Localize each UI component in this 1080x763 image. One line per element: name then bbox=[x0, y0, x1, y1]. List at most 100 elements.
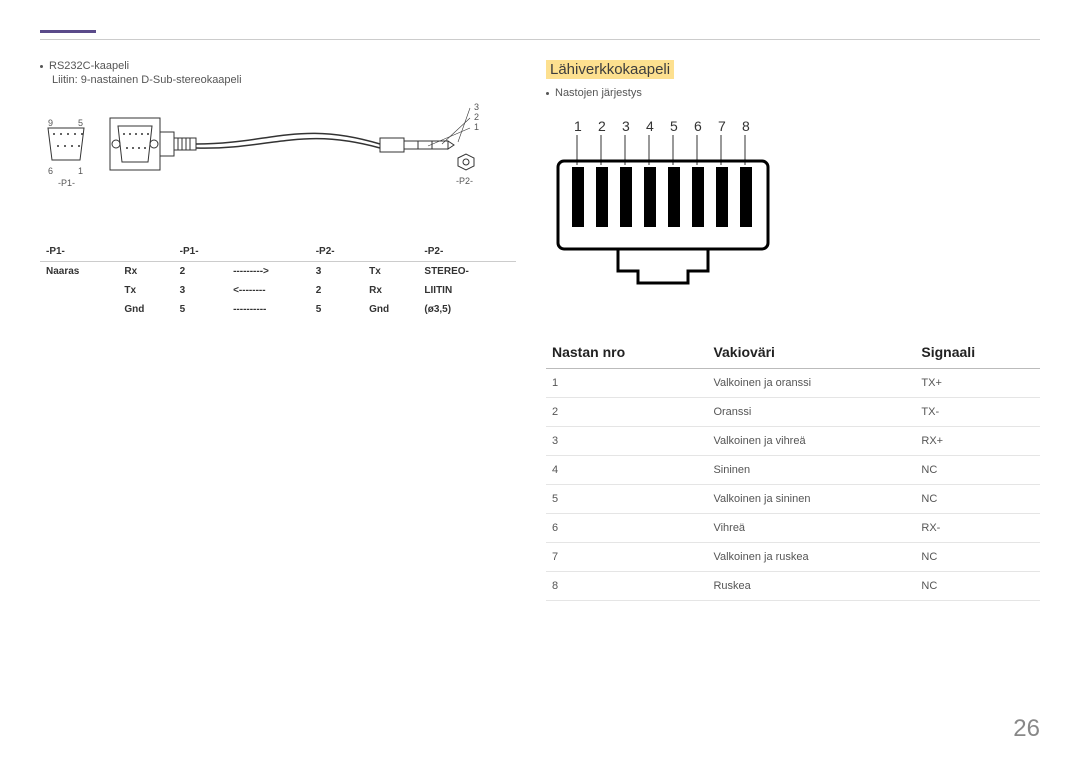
rj45-pin-number: 2 bbox=[598, 118, 606, 134]
lan-cell: 4 bbox=[546, 456, 707, 485]
lan-table-row: 7Valkoinen ja ruskeaNC bbox=[546, 543, 1040, 572]
lan-table-row: 2OranssiTX- bbox=[546, 398, 1040, 427]
lan-table-row: 4SininenNC bbox=[546, 456, 1040, 485]
lan-table: Nastan nro Vakioväri Signaali 1Valkoinen… bbox=[546, 336, 1040, 601]
lan-cell: NC bbox=[915, 485, 1040, 514]
rs232-cell: Tx bbox=[118, 281, 173, 300]
rj45-pin-number: 1 bbox=[574, 118, 582, 134]
lan-table-row: 8RuskeaNC bbox=[546, 572, 1040, 601]
rs232-cell: Naaras bbox=[40, 262, 118, 282]
rj45-pin-number: 7 bbox=[718, 118, 726, 134]
rj45-pin bbox=[692, 167, 704, 227]
bullet-icon bbox=[546, 92, 549, 95]
rs232-bullet: RS232C-kaapeli bbox=[40, 60, 516, 72]
rs232-cell: 3 bbox=[310, 262, 363, 282]
stereo-m: 2 bbox=[474, 112, 479, 122]
lan-cell: Sininen bbox=[707, 456, 915, 485]
rs232-cell: <-------- bbox=[227, 281, 310, 300]
lan-cell: Oranssi bbox=[707, 398, 915, 427]
lan-cell: Vihreä bbox=[707, 514, 915, 543]
lan-th-color: Vakioväri bbox=[707, 336, 915, 369]
lan-table-row: 5Valkoinen ja sininenNC bbox=[546, 485, 1040, 514]
stereo-t: 3 bbox=[474, 102, 479, 112]
lan-cell: 3 bbox=[546, 427, 707, 456]
lan-table-header-row: Nastan nro Vakioväri Signaali bbox=[546, 336, 1040, 369]
lan-pin-order-text: Nastojen järjestys bbox=[555, 87, 642, 99]
lan-cell: TX- bbox=[915, 398, 1040, 427]
db9-tr: 5 bbox=[78, 118, 83, 128]
lan-cell: NC bbox=[915, 456, 1040, 485]
db9-bl: 6 bbox=[48, 166, 53, 176]
lan-table-row: 6VihreäRX- bbox=[546, 514, 1040, 543]
left-column: RS232C-kaapeli Liitin: 9-nastainen D-Sub… bbox=[40, 60, 516, 601]
rs232-cell: ---------> bbox=[227, 262, 310, 282]
rj45-pin bbox=[572, 167, 584, 227]
rs232-cell bbox=[40, 300, 118, 319]
rs232-cell: LIITIN bbox=[418, 281, 516, 300]
rs232-cable-diagram: 9 5 6 1 -P1- bbox=[40, 100, 516, 220]
lan-cell: Valkoinen ja oranssi bbox=[707, 369, 915, 398]
lan-cell: Valkoinen ja ruskea bbox=[707, 543, 915, 572]
page-number: 26 bbox=[1013, 715, 1040, 743]
rs232-cell: Rx bbox=[118, 262, 173, 282]
lan-cell: 7 bbox=[546, 543, 707, 572]
rj45-pin-number: 3 bbox=[622, 118, 630, 134]
lan-cell: TX+ bbox=[915, 369, 1040, 398]
rj45-pin-number: 6 bbox=[694, 118, 702, 134]
rs232-pin-header-row: -P1- -P1- -P2- -P2- bbox=[40, 238, 516, 262]
right-column: Lähiverkkokaapeli Nastojen järjestys 123… bbox=[546, 60, 1040, 601]
rj45-svg: 12345678 bbox=[546, 113, 786, 303]
rj45-pin-number: 4 bbox=[646, 118, 654, 134]
lan-table-row: 3Valkoinen ja vihreäRX+ bbox=[546, 427, 1040, 456]
th-p2a: -P2- bbox=[310, 238, 363, 262]
rs232-cell: Gnd bbox=[363, 300, 418, 319]
rs232-cell: 3 bbox=[174, 281, 227, 300]
lan-table-row: 1Valkoinen ja oranssiTX+ bbox=[546, 369, 1040, 398]
db9-under: -P1- bbox=[58, 178, 75, 188]
db9-br: 1 bbox=[78, 166, 83, 176]
rj45-diagram: 12345678 bbox=[546, 113, 1040, 308]
rs232-cell: 2 bbox=[174, 262, 227, 282]
rs232-pin-table: -P1- -P1- -P2- -P2- NaarasRx2--------->3… bbox=[40, 238, 516, 319]
th-p1b: -P1- bbox=[174, 238, 227, 262]
rs232-cell: Rx bbox=[363, 281, 418, 300]
bullet-icon bbox=[40, 65, 43, 68]
rs232-cell: Gnd bbox=[118, 300, 173, 319]
lan-th-pin: Nastan nro bbox=[546, 336, 707, 369]
rs232-table-row: NaarasRx2--------->3TxSTEREO- bbox=[40, 262, 516, 282]
lan-cell: NC bbox=[915, 543, 1040, 572]
lan-pin-order-bullet: Nastojen järjestys bbox=[546, 87, 1040, 99]
lan-cable-heading: Lähiverkkokaapeli bbox=[546, 60, 674, 79]
stereo-b: 1 bbox=[474, 122, 479, 132]
rs232-svg: 9 5 6 1 -P1- bbox=[40, 100, 516, 220]
rs232-cell: STEREO- bbox=[418, 262, 516, 282]
horizontal-rule bbox=[40, 39, 1040, 40]
rj45-pin bbox=[596, 167, 608, 227]
rs232-subline: Liitin: 9-nastainen D-Sub-stereokaapeli bbox=[52, 74, 516, 86]
lan-cell: 2 bbox=[546, 398, 707, 427]
rj45-pin bbox=[716, 167, 728, 227]
th-p2b: -P2- bbox=[418, 238, 516, 262]
rj45-pin bbox=[644, 167, 656, 227]
lan-cell: Valkoinen ja vihreä bbox=[707, 427, 915, 456]
lan-cell: 1 bbox=[546, 369, 707, 398]
decorative-accent-bar bbox=[40, 30, 96, 33]
rs232-cell: 5 bbox=[310, 300, 363, 319]
th-dir bbox=[227, 238, 310, 262]
rj45-pin bbox=[740, 167, 752, 227]
lan-cell: 5 bbox=[546, 485, 707, 514]
rj45-pin-number: 8 bbox=[742, 118, 750, 134]
lan-cell: Valkoinen ja sininen bbox=[707, 485, 915, 514]
lan-cell: RX+ bbox=[915, 427, 1040, 456]
rs232-cell: 5 bbox=[174, 300, 227, 319]
lan-th-signal: Signaali bbox=[915, 336, 1040, 369]
rs232-cell: 2 bbox=[310, 281, 363, 300]
rj45-pin-number: 5 bbox=[670, 118, 678, 134]
th-p1a: -P1- bbox=[40, 238, 118, 262]
lan-cell: 8 bbox=[546, 572, 707, 601]
lan-cell: NC bbox=[915, 572, 1040, 601]
stereo-under: -P2- bbox=[456, 176, 473, 186]
rs232-cell bbox=[40, 281, 118, 300]
rj45-pin bbox=[668, 167, 680, 227]
rs232-cell: (ø3,5) bbox=[418, 300, 516, 319]
